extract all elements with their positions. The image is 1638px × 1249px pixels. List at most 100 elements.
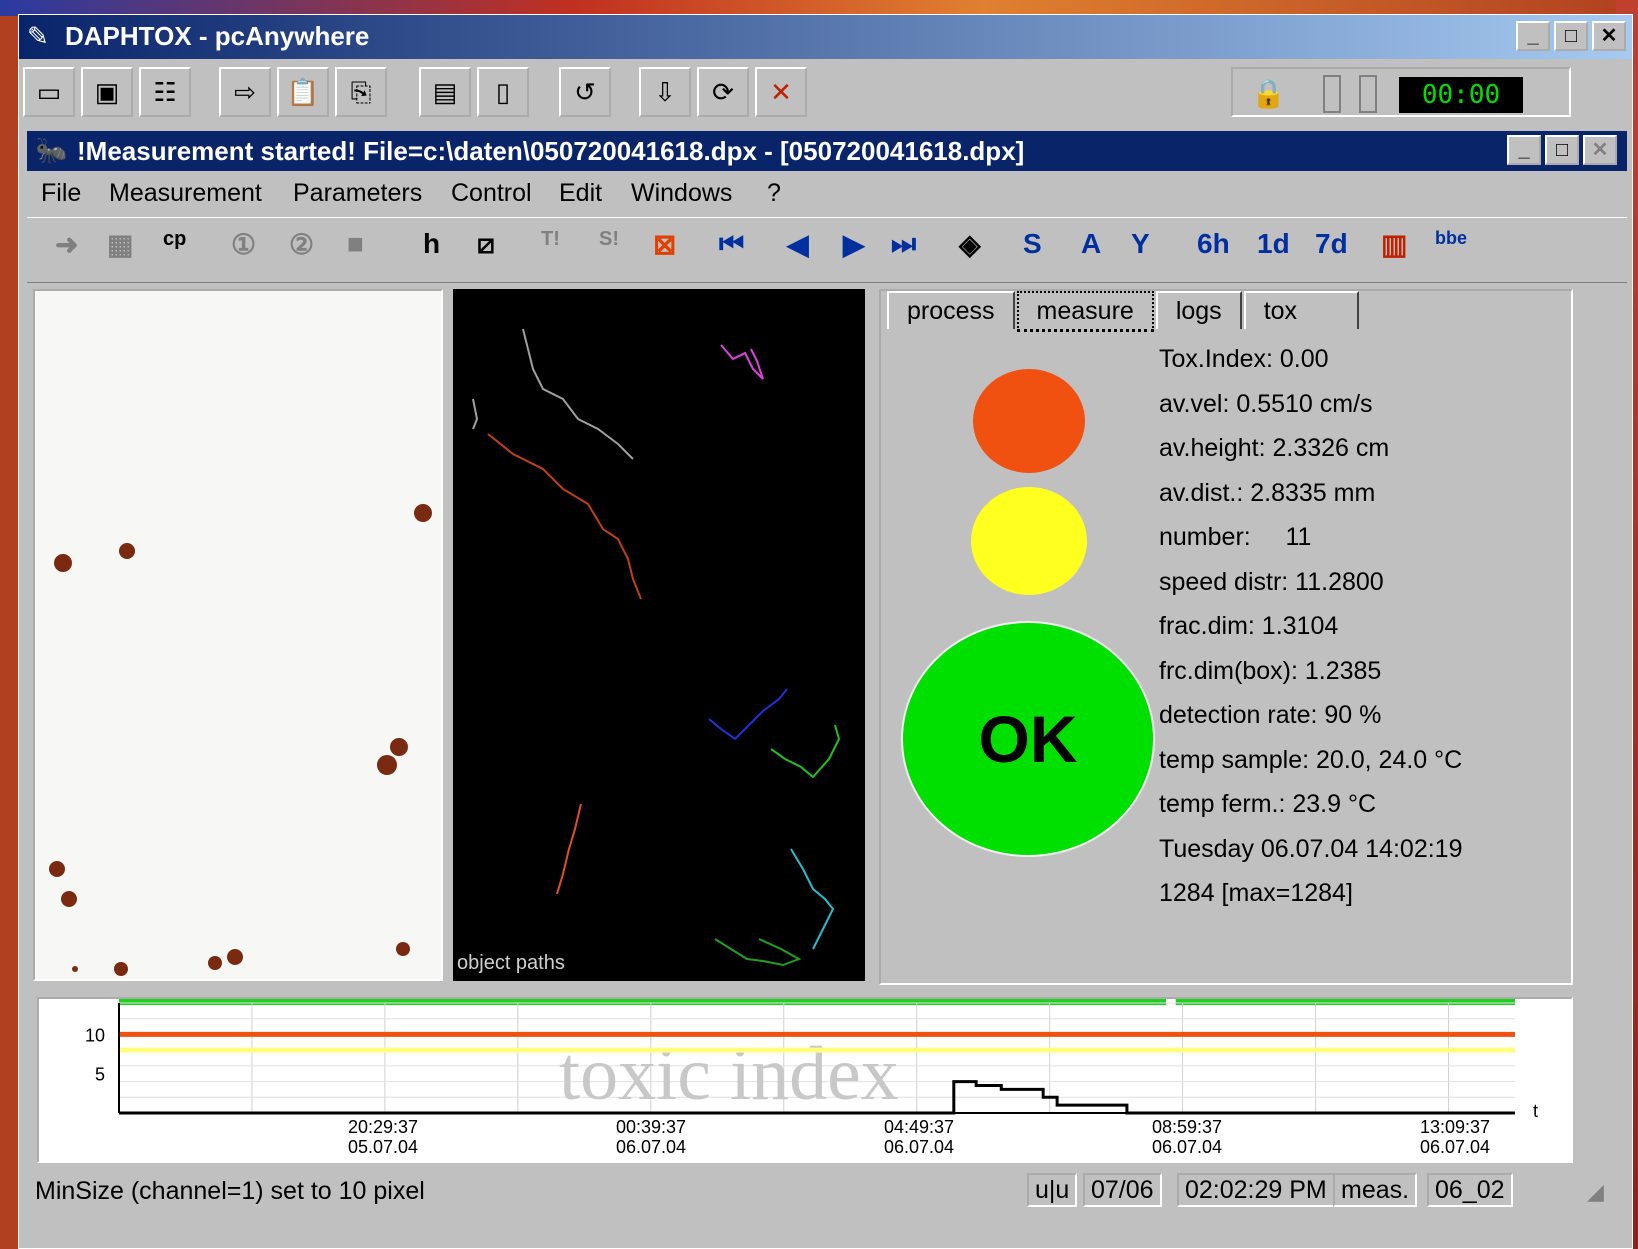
menu-windows[interactable]: Windows: [631, 179, 732, 208]
status-mode: meas.: [1333, 1173, 1418, 1207]
clipboard-icon[interactable]: 📋: [277, 67, 329, 117]
frame-count-value: 1284 [max=1284]: [1159, 879, 1353, 907]
fractal-dimension-value: frac.dim: 1.3104: [1159, 612, 1339, 640]
scale-icon[interactable]: ⧄: [477, 228, 495, 261]
child-titlebar[interactable]: 🐜 !Measurement started! File=c:\daten\05…: [27, 131, 1627, 171]
stop-icon[interactable]: ■: [347, 228, 364, 260]
menu-edit[interactable]: Edit: [559, 179, 602, 208]
object-paths-view: object paths: [453, 289, 865, 981]
files-icon[interactable]: ⎘: [335, 67, 387, 117]
sync-icon[interactable]: ⟳: [697, 67, 749, 117]
yellow-light: [971, 487, 1087, 595]
child-maximize-button[interactable]: □: [1545, 135, 1579, 165]
step2-icon[interactable]: ②: [289, 228, 314, 261]
a-button[interactable]: A: [1081, 228, 1101, 260]
status-user: u|u: [1027, 1173, 1078, 1207]
number-value: number: 11: [1159, 523, 1312, 551]
indicator-icon: [1323, 75, 1341, 113]
y-tick-label: 10: [85, 1025, 105, 1045]
start-icon[interactable]: S!: [599, 228, 619, 251]
speed-distribution-value: speed distr: 11.2800: [1159, 567, 1384, 596]
cancel-icon[interactable]: ⊠: [653, 228, 676, 261]
status-bar-segment: [119, 999, 1166, 1005]
next-icon[interactable]: ▶: [843, 228, 865, 261]
range-7d-button[interactable]: 7d: [1315, 228, 1348, 260]
timestamp-value: Tuesday 06.07.04 14:02:19: [1159, 834, 1463, 863]
connect-icon[interactable]: ⇩: [639, 67, 691, 117]
grid-icon[interactable]: ▦: [107, 228, 133, 261]
copy-icon[interactable]: cp: [163, 228, 186, 251]
daphtox-child-window: 🐜 !Measurement started! File=c:\daten\05…: [27, 131, 1627, 1243]
step1-icon[interactable]: ①: [231, 228, 256, 261]
average-height-value: av.height: 2.3326 cm: [1159, 434, 1390, 462]
menu-control[interactable]: Control: [451, 179, 532, 208]
transfer-icon[interactable]: ⇨: [219, 67, 271, 117]
menu-parameters[interactable]: Parameters: [293, 179, 422, 208]
status-text: MinSize (channel=1) set to 10 pixel: [35, 1177, 425, 1205]
child-title: !Measurement started! File=c:\daten\0507…: [77, 136, 1025, 166]
display-icon[interactable]: ▤: [419, 67, 471, 117]
document-icon[interactable]: ▯: [477, 67, 529, 117]
link-icon[interactable]: ↺: [559, 67, 611, 117]
end-session-icon[interactable]: ✕: [755, 67, 807, 117]
window-titlebar[interactable]: ✎ DAPHTOX - pcAnywhere _ □ ✕: [19, 15, 1632, 59]
close-button[interactable]: ✕: [1592, 21, 1626, 51]
target-icon[interactable]: ◈: [959, 228, 981, 261]
daphnia-icon: 🐜: [35, 135, 68, 165]
menu-help[interactable]: ?: [767, 179, 781, 208]
y-axis-button[interactable]: Y: [1131, 228, 1150, 260]
child-minimize-button[interactable]: _: [1507, 135, 1541, 165]
status-time: 02:02:29 PM: [1177, 1173, 1335, 1207]
average-distance-value: av.dist.: 2.8335 mm: [1159, 478, 1376, 507]
range-6h-button[interactable]: 6h: [1197, 228, 1230, 260]
child-close-button[interactable]: ✕: [1583, 135, 1617, 165]
window-icon[interactable]: ▭: [23, 67, 75, 117]
prev-icon[interactable]: ◀: [787, 228, 809, 261]
object-paths-plot: object paths: [457, 328, 841, 974]
x-tick-date: 06.07.04: [1152, 1137, 1222, 1157]
status-file: 06_02: [1427, 1173, 1513, 1207]
tab-tox[interactable]: tox: [1243, 291, 1360, 329]
resize-grip-icon[interactable]: ◢: [1587, 1179, 1604, 1205]
toxic-index-svg: toxic index105t20:29:3705.07.0400:39:370…: [85, 999, 1538, 1157]
measurement-toolbar: ➜ ▦ cp ① ② ■ h ⧄ T! S! ⊠ ⏮ ◀ ▶ ⏭ ◈ S A Y…: [27, 217, 1627, 283]
tab-strip: process measure logs tox: [887, 291, 1361, 332]
indicator-icon: [1359, 75, 1377, 113]
lock-icon: 🔒: [1251, 78, 1286, 109]
detection-rate-value: detection rate: 90 %: [1159, 701, 1382, 729]
bbe-export-button[interactable]: bbe: [1435, 228, 1467, 249]
x-tick-date: 06.07.04: [1420, 1137, 1490, 1157]
test-icon[interactable]: T!: [541, 228, 560, 251]
maximize-button[interactable]: □: [1554, 21, 1588, 51]
menu-file[interactable]: File: [41, 179, 81, 208]
properties-icon[interactable]: ☷: [139, 67, 191, 117]
tab-measure[interactable]: measure: [1016, 291, 1154, 332]
first-icon[interactable]: ⏮: [719, 228, 744, 261]
range-1d-button[interactable]: 1d: [1257, 228, 1290, 260]
toxic-index-chart: toxic index 10 5 t 20:29:37 05.07.04 00:39:37 0…: [37, 997, 1573, 1163]
exit-icon[interactable]: ➜: [55, 228, 78, 261]
remote-toolbar: ▭ ▣ ☷ ⇨ 📋 ⎘ ▤ ▯ ↺ ⇩ ⟳ ✕ 🔒: [19, 61, 1632, 123]
screen-icon[interactable]: ▣: [81, 67, 133, 117]
minimize-button[interactable]: _: [1516, 21, 1550, 51]
height-icon[interactable]: h: [423, 228, 440, 260]
measurement-stats: Tox.Index: 0.00 av.vel: 0.5510 cm/s av.h…: [1159, 337, 1462, 916]
s-button[interactable]: S: [1023, 228, 1042, 260]
last-icon[interactable]: ⏭: [891, 228, 916, 261]
menu-measurement[interactable]: Measurement: [109, 179, 262, 208]
tab-logs[interactable]: logs: [1155, 291, 1242, 329]
status-bar-segment: [1175, 999, 1515, 1005]
tab-process[interactable]: process: [887, 291, 1015, 329]
chart-icon[interactable]: ▥: [1381, 228, 1407, 261]
menubar: File Measurement Parameters Control Edit…: [27, 173, 1627, 213]
x-tick-time: 04:49:37: [884, 1117, 954, 1137]
box-fractal-dimension-value: frc.dim(box): 1.2385: [1159, 656, 1382, 685]
pcanywhere-icon: ✎: [27, 21, 49, 51]
x-tick-time: 13:09:37: [1420, 1117, 1490, 1137]
camera-view: [33, 289, 443, 981]
x-axis-label: t: [1533, 1101, 1538, 1121]
chart-watermark: toxic index: [559, 1032, 899, 1116]
temp-sample-value: temp sample: 20.0, 24.0 °C: [1159, 745, 1463, 774]
x-tick-date: 05.07.04: [348, 1137, 418, 1157]
red-light: [973, 369, 1085, 473]
